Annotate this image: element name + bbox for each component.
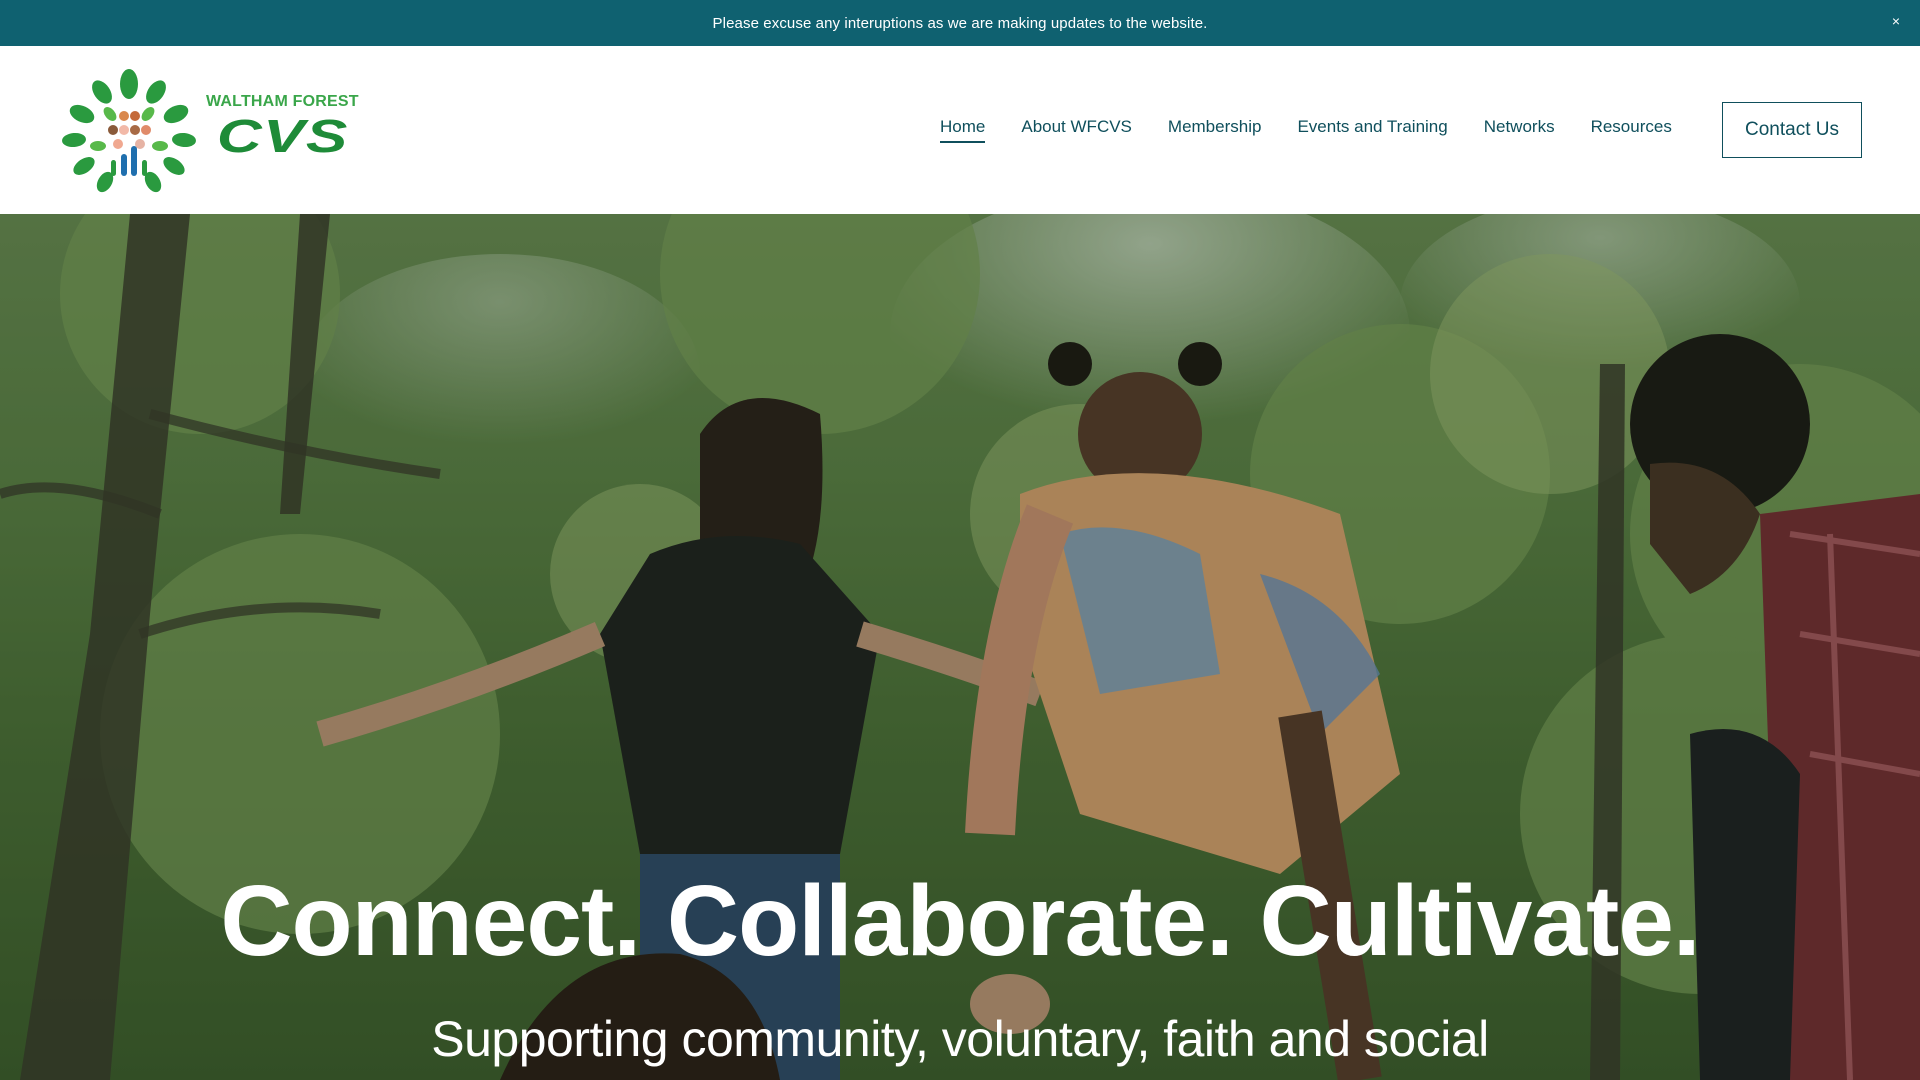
logo-line-cvs: CVS — [216, 110, 349, 162]
site-logo[interactable]: WALTHAM FOREST CVS — [60, 66, 360, 194]
hero-subtitle: Supporting community, voluntary, faith a… — [431, 1011, 1489, 1067]
nav-item-about[interactable]: About WFCVS — [1021, 117, 1132, 143]
close-icon[interactable]: × — [1886, 11, 1906, 31]
nav-item-home[interactable]: Home — [940, 117, 986, 143]
nav-item-membership[interactable]: Membership — [1168, 117, 1262, 143]
announcement-text: Please excuse any interuptions as we are… — [712, 14, 1208, 32]
nav-item-networks[interactable]: Networks — [1484, 117, 1555, 143]
hero-section: Connect. Collaborate. Cultivate. Support… — [0, 214, 1920, 1080]
logo-tree-icon — [62, 69, 196, 193]
hero-title: Connect. Collaborate. Cultivate. — [220, 865, 1700, 977]
nav-item-events-training[interactable]: Events and Training — [1297, 117, 1447, 143]
contact-us-button[interactable]: Contact Us — [1722, 102, 1862, 158]
announcement-bar: Please excuse any interuptions as we are… — [0, 0, 1920, 46]
nav-item-resources[interactable]: Resources — [1591, 117, 1672, 143]
main-nav: Home About WFCVS Membership Events and T… — [940, 46, 1708, 214]
site-header: WALTHAM FOREST CVS Home About WFCVS Memb… — [0, 46, 1920, 214]
logo-line-waltham-forest: WALTHAM FOREST — [206, 93, 359, 110]
logo-wordmark: WALTHAM FOREST CVS — [206, 93, 359, 159]
